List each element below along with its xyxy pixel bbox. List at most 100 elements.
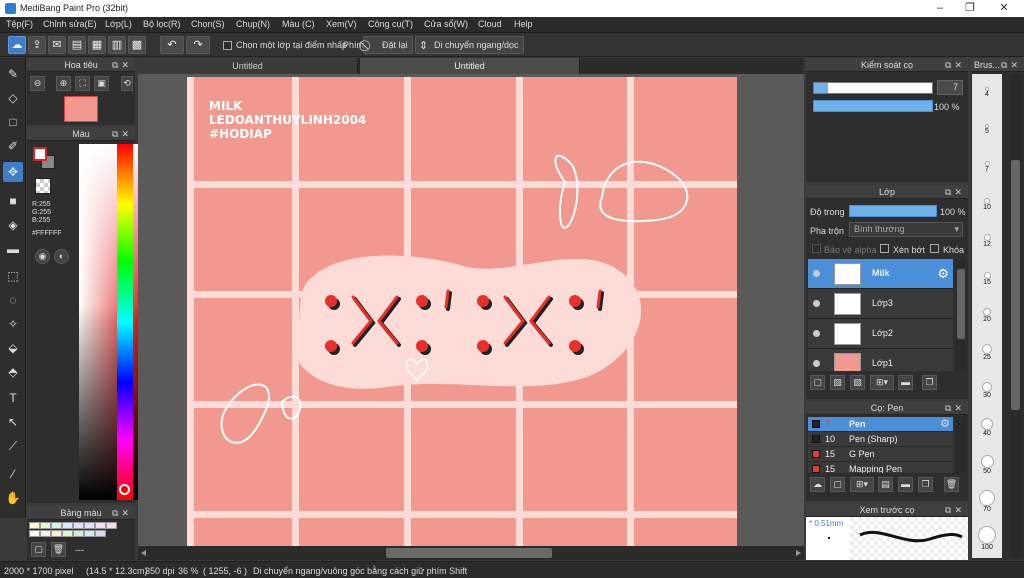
panel-buttons[interactable]: ⧉✕ — [945, 58, 965, 72]
add-brush-menu-icon[interactable]: ⊞▾ — [850, 477, 874, 492]
layer-opacity-slider[interactable] — [849, 205, 937, 217]
brush-size-option[interactable]: 12 — [972, 229, 1002, 265]
transparent-swatch[interactable] — [35, 178, 51, 194]
duplicate-icon[interactable]: ❐ — [918, 477, 933, 492]
rotate-icon[interactable]: ⟲ — [121, 76, 133, 91]
new-brush-icon[interactable]: ▢ — [830, 477, 845, 492]
tiles-icon[interactable]: ▩ — [128, 36, 146, 54]
lasso-tool-icon[interactable]: ◌ — [3, 290, 23, 310]
pen-tool-icon[interactable]: ✐ — [3, 136, 23, 156]
grid-icon[interactable]: ▥ — [108, 36, 126, 54]
brush-size-option[interactable]: 5 — [972, 117, 1002, 153]
menu-help[interactable]: Help — [514, 19, 533, 29]
fit-icon[interactable]: ⛶ — [75, 76, 90, 91]
select-rect-tool-icon[interactable]: ⬚ — [3, 266, 23, 286]
undo-button[interactable]: ↶ — [160, 36, 184, 54]
hue-handle[interactable] — [119, 484, 130, 495]
menu-file[interactable]: Tệp(F) — [6, 19, 33, 29]
protect-alpha-checkbox[interactable] — [812, 244, 821, 253]
palette-swatch[interactable] — [51, 522, 62, 529]
brush-size-option[interactable]: 20 — [972, 303, 1002, 339]
gear-icon[interactable]: ⚙ — [937, 266, 949, 282]
palette-swatch[interactable] — [62, 530, 73, 537]
menu-capture[interactable]: Chụp(N) — [236, 19, 270, 29]
brush-size-scroll-thumb[interactable] — [1011, 160, 1020, 410]
menu-color[interactable]: Màu (C) — [282, 19, 315, 29]
zoom-out-icon[interactable]: ⊖ — [30, 76, 45, 91]
lock-checkbox[interactable] — [930, 244, 939, 253]
share-icon[interactable]: ⇪ — [28, 36, 46, 54]
drawing-canvas[interactable]: MILK LEDOANTHUYLINH2004 #HODIAP — [187, 77, 737, 546]
menu-filter[interactable]: Bộ lọc(R) — [143, 19, 181, 29]
brush-settings-icon[interactable]: ▤ — [878, 477, 893, 492]
palette-swatch[interactable] — [29, 522, 40, 529]
panel-buttons[interactable]: ⧉✕ — [112, 127, 132, 141]
magic-wand-tool-icon[interactable]: ✧ — [3, 314, 23, 334]
hand-tool-icon[interactable]: ✋ — [3, 488, 23, 508]
brush-opacity-slider[interactable] — [813, 100, 933, 112]
palette-swatch[interactable] — [51, 530, 62, 537]
cloud-icon[interactable]: ☁ — [8, 36, 26, 54]
brush-size-option[interactable]: 7 — [972, 154, 1002, 190]
redo-button[interactable]: ↷ — [186, 36, 210, 54]
cloud-brush-icon[interactable]: ☁ — [810, 477, 825, 492]
menu-window[interactable]: Cửa sổ(W) — [424, 19, 468, 29]
new-palette-icon[interactable]: ▢ — [31, 542, 46, 557]
brush-size-option[interactable]: 4 — [972, 80, 1002, 116]
palette-swatch[interactable] — [62, 522, 73, 529]
panel-buttons[interactable]: ⧉✕ — [945, 401, 965, 415]
brush-item[interactable]: 15 G Pen — [808, 447, 953, 462]
brush-item[interactable]: 10 Pen (Sharp) — [808, 432, 953, 447]
folder-icon[interactable]: ▬ — [898, 375, 913, 390]
menu-view[interactable]: Xem(V) — [326, 19, 357, 29]
fill-rect-tool-icon[interactable]: ■ — [3, 191, 23, 211]
panel-buttons[interactable]: ⧉✕ — [945, 503, 965, 517]
palette-swatch[interactable] — [29, 530, 40, 537]
clipping-checkbox[interactable] — [880, 244, 889, 253]
palette-swatch[interactable] — [84, 530, 95, 537]
palette-swatch[interactable] — [84, 522, 95, 529]
palette-icon[interactable]: ◉ — [35, 249, 50, 264]
layer-row[interactable]: Lớp2 — [808, 319, 953, 349]
folder-icon[interactable]: ▬ — [898, 477, 913, 492]
select-eraser-tool-icon[interactable]: ⬘ — [3, 362, 23, 382]
brush-size-option[interactable]: 25 — [972, 340, 1002, 376]
palette-swatch[interactable] — [95, 522, 106, 529]
operation-tool-icon[interactable]: ↖ — [3, 412, 23, 432]
layer-row[interactable]: Lớp1 — [808, 349, 953, 371]
brush-size-option[interactable]: 30 — [972, 378, 1002, 414]
panel-icon[interactable]: ▤ — [68, 36, 86, 54]
horizontal-scroll-thumb[interactable] — [386, 548, 552, 558]
eye-icon[interactable] — [813, 360, 820, 367]
brush-size-scrollbar[interactable] — [1009, 74, 1022, 558]
select-layer-checkbox[interactable] — [223, 41, 232, 50]
layer-row[interactable]: Lớp3 — [808, 289, 953, 319]
select-pen-tool-icon[interactable]: ⬙ — [3, 338, 23, 358]
blend-mode-select[interactable]: Bình thường ▾ — [849, 222, 963, 237]
move-axis-button[interactable]: ⇕ Di chuyển ngang/dọc — [415, 36, 524, 54]
bucket-tool-icon[interactable]: ◈ — [3, 215, 23, 235]
brush-size-slider[interactable] — [813, 82, 933, 94]
move-tool-icon[interactable]: ✥ — [3, 162, 23, 182]
brush-size-option[interactable]: 100 — [972, 526, 1002, 562]
color-wheel-icon[interactable]: ◐ — [54, 249, 69, 264]
brush-list-scrollbar[interactable] — [956, 417, 966, 473]
eye-icon[interactable] — [813, 330, 820, 337]
gear-icon[interactable]: ⚙ — [940, 417, 950, 430]
menu-edit[interactable]: Chỉnh sửa(E) — [43, 19, 97, 29]
palette-swatch[interactable] — [40, 522, 51, 529]
duplicate-icon[interactable]: ❐ — [922, 375, 937, 390]
hue-slider[interactable] — [117, 144, 133, 500]
layer-scrollbar[interactable] — [956, 259, 966, 371]
tab-untitled-2[interactable]: Untitled — [360, 58, 580, 74]
maximize-button[interactable]: ❐ — [956, 1, 984, 16]
menu-layer[interactable]: Lớp(L) — [105, 19, 132, 29]
brush-size-option[interactable]: 70 — [972, 489, 1002, 525]
brush-item[interactable]: 15 Mapping Pen — [808, 462, 953, 473]
eye-icon[interactable] — [813, 270, 820, 277]
brush-item[interactable]: 7 Pen ⚙ — [808, 417, 953, 432]
canvas-workspace[interactable]: MILK LEDOANTHUYLINH2004 #HODIAP — [138, 74, 804, 546]
navigator-thumbnail[interactable] — [64, 96, 98, 122]
eyedropper-tool-icon[interactable]: ⁄ — [3, 464, 23, 484]
tab-untitled-1[interactable]: Untitled — [138, 58, 358, 74]
